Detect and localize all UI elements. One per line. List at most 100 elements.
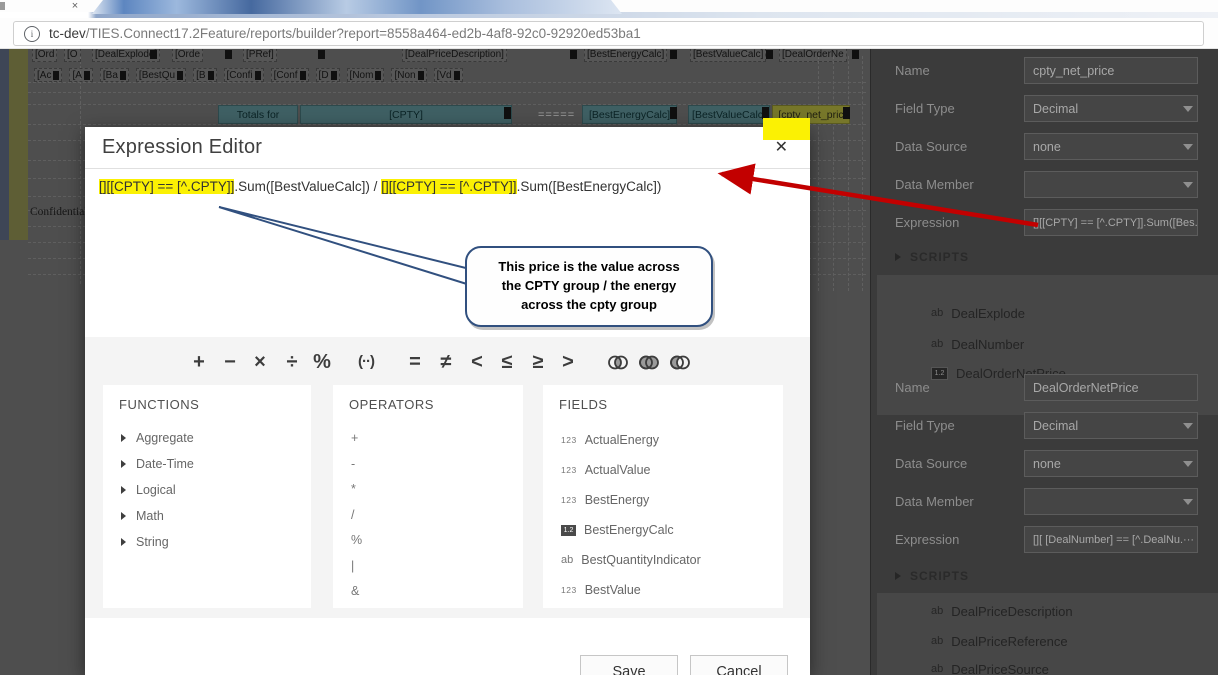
url-path: /TIES.Connect17.2Feature/reports/builder…	[86, 26, 641, 41]
operator-item[interactable]: *	[351, 482, 356, 498]
field-token[interactable]: [DealPriceDescription]	[402, 48, 507, 62]
page-info-icon[interactable]: i	[24, 26, 40, 42]
close-icon[interactable]: ✕	[775, 137, 788, 157]
designer-margin-band	[9, 48, 28, 240]
data-member-dropdown[interactable]	[1024, 171, 1198, 198]
field-token[interactable]: [B	[193, 68, 216, 82]
multiply-operator-button[interactable]: ×	[247, 345, 273, 379]
field-token[interactable]: [BestQu	[136, 68, 186, 82]
field-token[interactable]: [Non	[391, 68, 426, 82]
operator-item[interactable]: |	[351, 559, 354, 575]
function-category-string[interactable]: String	[121, 533, 169, 551]
field-token[interactable]: [Orde	[172, 48, 203, 62]
function-category-aggregate[interactable]: Aggregate	[121, 429, 194, 447]
less-than-operator-button[interactable]: <	[464, 345, 490, 379]
scripts-section-header[interactable]: SCRIPTS	[895, 249, 969, 265]
properties-sidebar: Name cpty_net_price Field Type Decimal D…	[870, 48, 1218, 675]
name-input[interactable]: DealOrderNetPrice	[1024, 374, 1198, 401]
dialog-title: Expression Editor	[102, 136, 262, 159]
field-token[interactable]: [BestValueCalc]	[690, 48, 766, 62]
field-token[interactable]: [PRef]	[243, 48, 277, 62]
field-token[interactable]: [O	[64, 48, 81, 62]
numeric-field-icon: 123	[561, 585, 577, 595]
data-source-dropdown[interactable]: none	[1024, 450, 1198, 477]
expression-input[interactable]: [][[CPTY] == [^.CPTY]].Sum([Bes.···	[1024, 209, 1198, 236]
field-item[interactable]: 123ActualValue	[561, 461, 650, 479]
expression-editor-dialog: Expression Editor ✕ [][[CPTY] == [^.CPTY…	[85, 127, 810, 675]
minus-operator-button[interactable]: −	[217, 345, 243, 379]
data-source-dropdown[interactable]: none	[1024, 133, 1198, 160]
equals-marks-cell[interactable]: =====	[538, 105, 583, 124]
barcode-icon	[843, 107, 850, 119]
operator-item[interactable]: %	[351, 533, 362, 549]
plus-operator-button[interactable]: +	[186, 345, 212, 379]
parentheses-button[interactable]: (··)	[353, 345, 379, 379]
field-token[interactable]: [Vd	[434, 68, 463, 82]
field-item[interactable]: abBestQuantityIndicator	[561, 551, 701, 569]
field-token[interactable]: [BestEnergyCalc]	[584, 48, 667, 62]
data-member-dropdown[interactable]	[1024, 488, 1198, 515]
address-bar[interactable]: i tc-dev/TIES.Connect17.2Feature/reports…	[13, 21, 1204, 46]
field-token[interactable]: [Ord	[32, 48, 57, 62]
percent-operator-button[interactable]: %	[309, 345, 335, 379]
field-type-dropdown[interactable]: Decimal	[1024, 412, 1198, 439]
function-category-math[interactable]: Math	[121, 507, 164, 525]
barcode-icon	[225, 50, 232, 59]
function-category-logical[interactable]: Logical	[121, 481, 176, 499]
script-item[interactable]: ab DealNumber	[931, 334, 1024, 354]
equals-operator-button[interactable]: =	[402, 345, 428, 379]
browser-tab[interactable]	[92, 0, 622, 14]
union-icon[interactable]	[636, 354, 662, 371]
difference-icon[interactable]	[667, 354, 693, 371]
greater-equal-operator-button[interactable]: ≥	[525, 345, 551, 379]
script-item[interactable]: ab DealPriceReference	[931, 631, 1068, 651]
greater-than-operator-button[interactable]: >	[555, 345, 581, 379]
field-token[interactable]: [D	[316, 68, 340, 82]
operator-item[interactable]: /	[351, 508, 354, 524]
field-token[interactable]: [A	[69, 68, 92, 82]
field-token[interactable]: [Ac	[34, 68, 62, 82]
not-equals-operator-button[interactable]: ≠	[433, 345, 459, 379]
expand-arrow-icon	[121, 512, 126, 520]
field-type-dropdown[interactable]: Decimal	[1024, 95, 1198, 122]
script-item[interactable]: ab DealPriceDescription	[931, 601, 1073, 621]
calculated-field-icon: 1.2	[561, 525, 576, 536]
url-domain: tc-dev	[49, 26, 86, 41]
cancel-button[interactable]: Cancel	[690, 655, 788, 675]
expression-text[interactable]: [][[CPTY] == [^.CPTY]].Sum([BestValueCal…	[99, 179, 796, 194]
text-field-icon: ab	[931, 663, 943, 675]
field-token[interactable]: [Conf	[271, 68, 309, 82]
annotation-callout: This price is the value across the CPTY …	[465, 246, 713, 327]
field-token[interactable]: [DealOrderNe	[779, 48, 847, 62]
operator-item[interactable]: +	[351, 431, 358, 447]
scripts-section-header[interactable]: SCRIPTS	[895, 568, 969, 584]
operator-item[interactable]: &	[351, 584, 359, 600]
field-token[interactable]: [Nom	[347, 68, 385, 82]
function-category-date-time[interactable]: Date-Time	[121, 455, 194, 473]
property-row-field-type: Field Type Decimal	[895, 95, 1199, 122]
totals-for-cell[interactable]: Totals for	[218, 105, 298, 124]
field-item[interactable]: 123BestValue	[561, 581, 641, 599]
script-item[interactable]: ab DealExplode	[931, 303, 1025, 323]
operator-item[interactable]: -	[351, 457, 355, 473]
best-energy-calc-cell[interactable]: [BestEnergyCalc]	[582, 105, 677, 124]
cpty-group-cell[interactable]: [CPTY]	[300, 105, 512, 124]
field-token[interactable]: [Confi	[224, 68, 264, 82]
best-value-calc-cell[interactable]: [BestValueCalc]	[688, 105, 770, 124]
script-item[interactable]: ab DealPriceSource	[931, 659, 1049, 675]
expression-input[interactable]: [][ [DealNumber] == [^.DealNu.···	[1024, 526, 1198, 553]
name-input[interactable]: cpty_net_price	[1024, 57, 1198, 84]
field-item[interactable]: 1.2BestEnergyCalc	[561, 521, 674, 539]
less-equal-operator-button[interactable]: ≤	[494, 345, 520, 379]
property-row-data-member: Data Member	[895, 171, 1199, 198]
field-item[interactable]: 123BestEnergy	[561, 491, 649, 509]
save-button[interactable]: Save	[580, 655, 678, 675]
field-item[interactable]: 123ActualEnergy	[561, 431, 659, 449]
chevron-down-icon	[1183, 499, 1193, 505]
field-token[interactable]: [Ba	[100, 68, 129, 82]
detail-band-row: [Ac [A [Ba [BestQu [B [Confi [Conf [D [N…	[34, 68, 463, 82]
expand-arrow-icon	[121, 538, 126, 546]
divide-operator-button[interactable]: ÷	[279, 345, 305, 379]
intersection-icon[interactable]	[605, 354, 631, 371]
barcode-icon	[150, 50, 157, 59]
